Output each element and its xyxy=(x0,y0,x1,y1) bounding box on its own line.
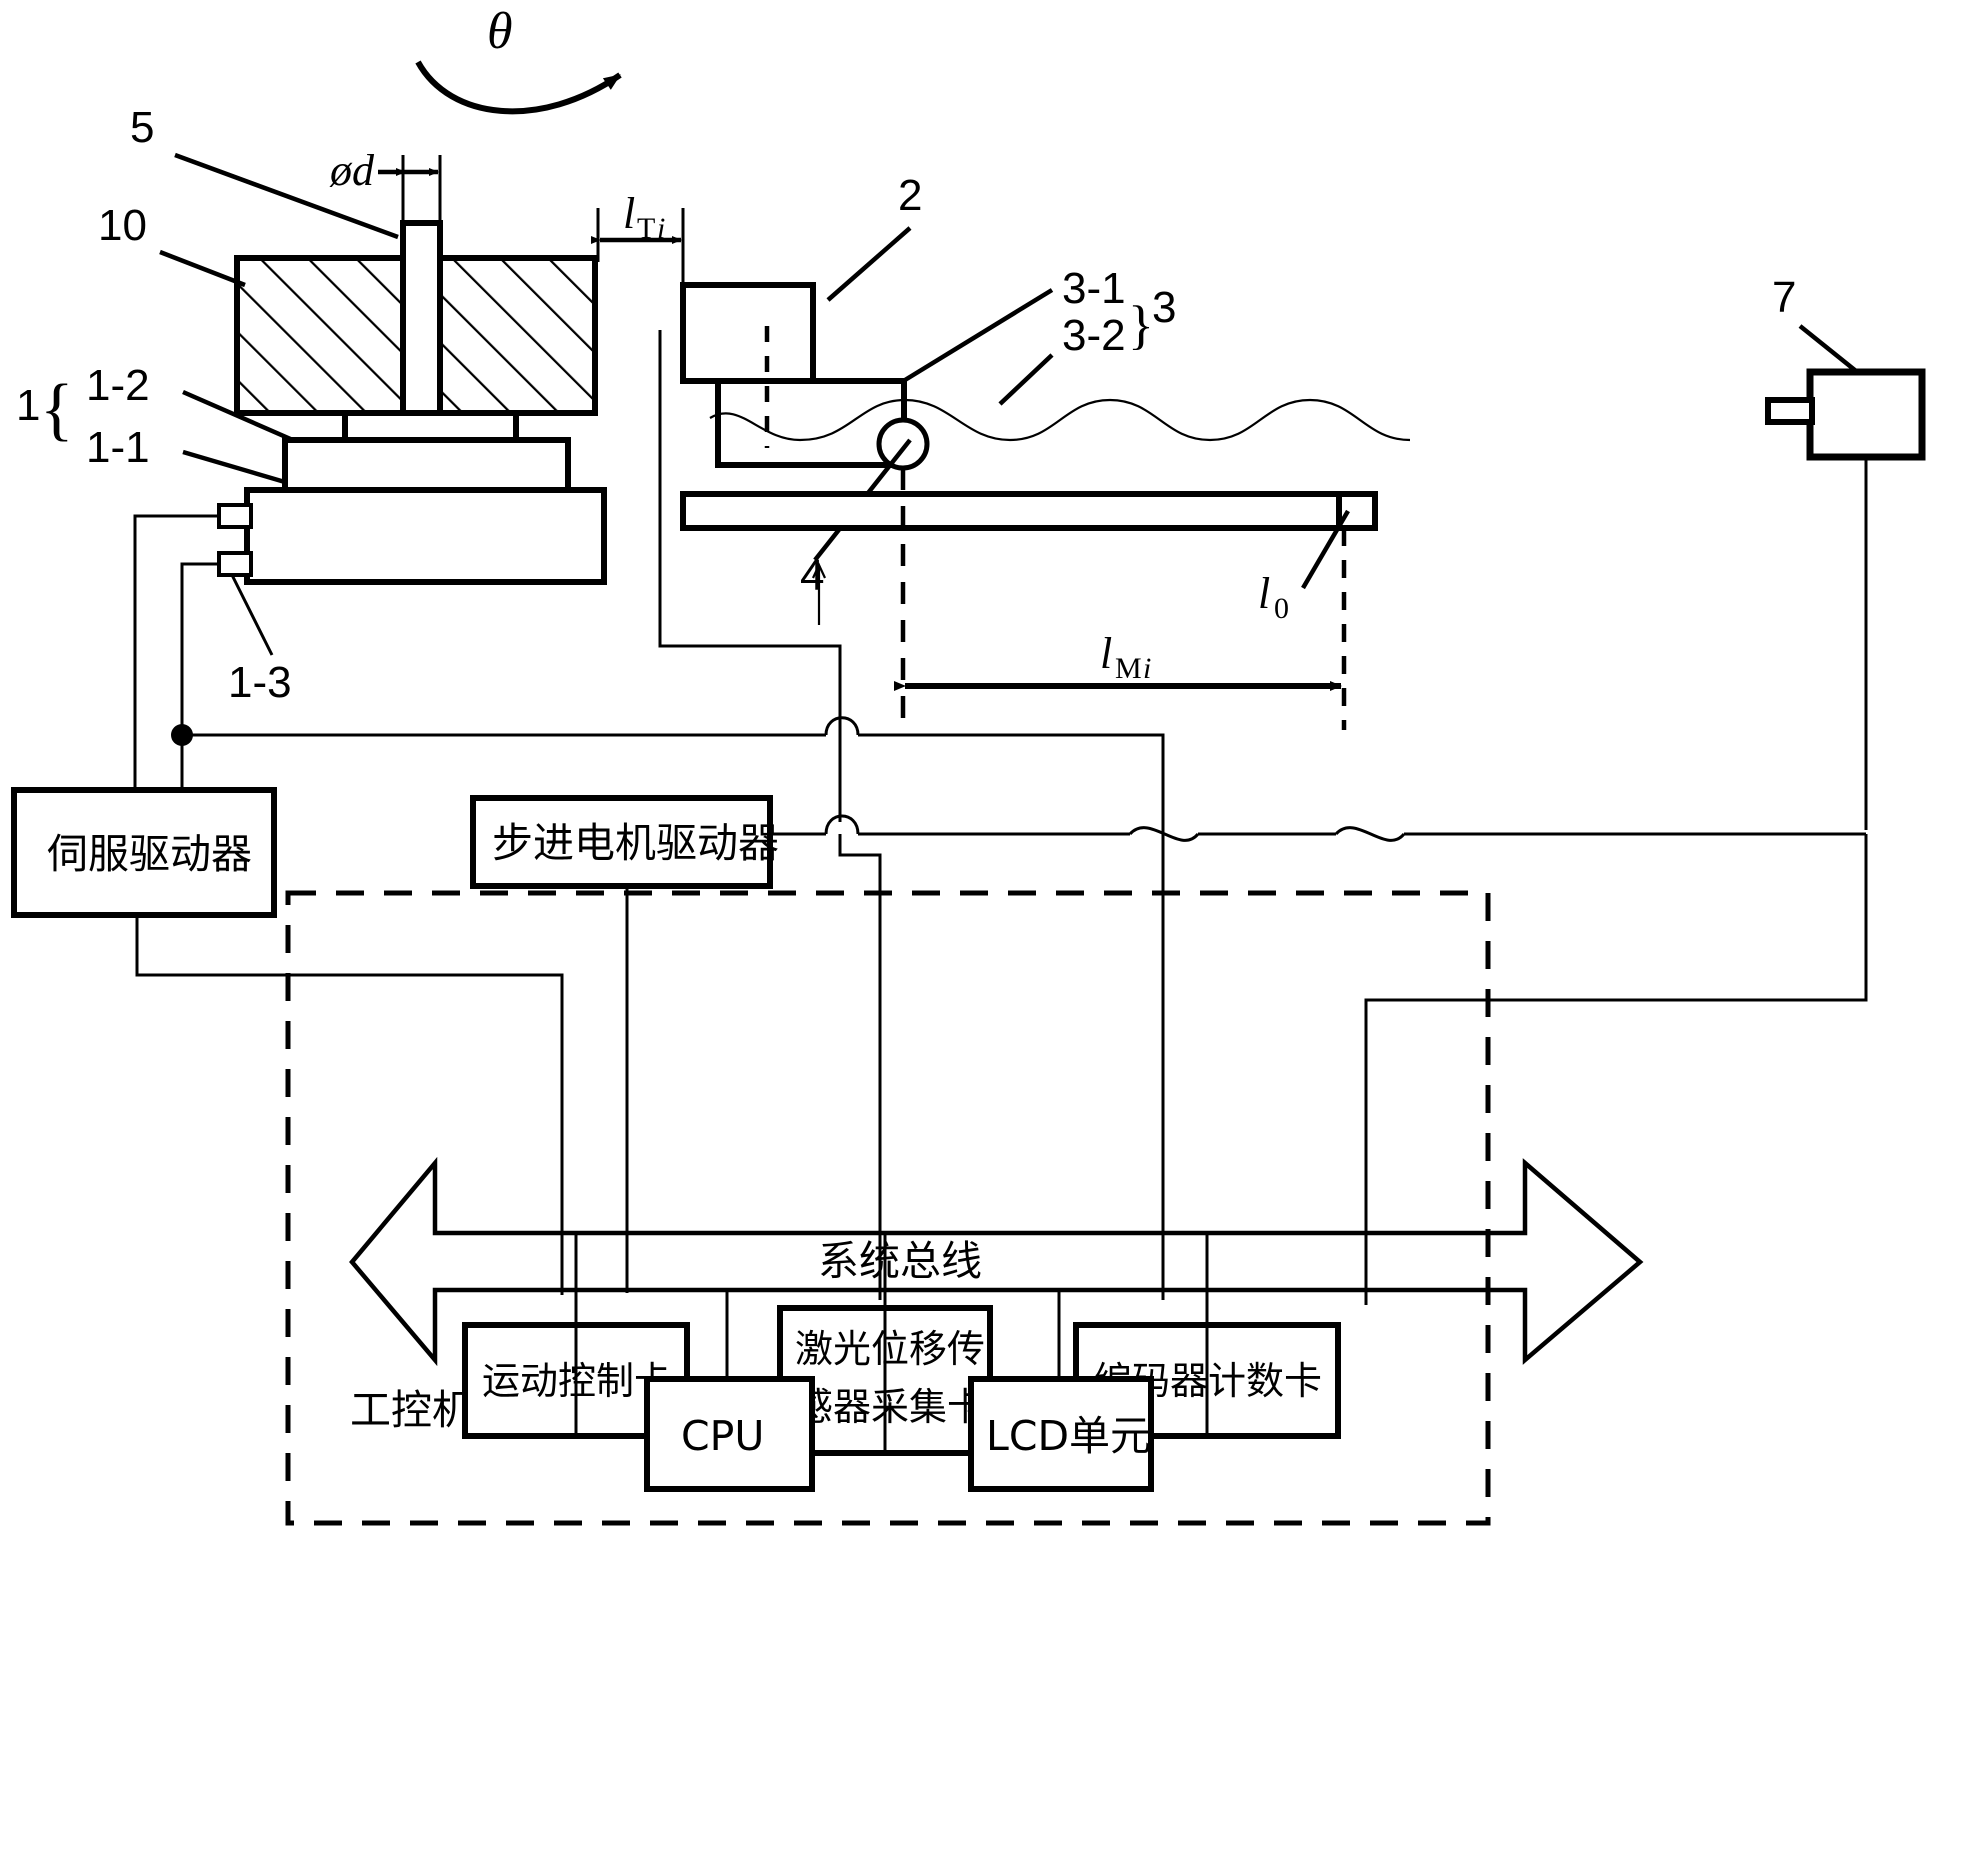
leader-7 xyxy=(1798,324,1863,377)
roller-circle xyxy=(876,417,930,471)
brace-group-3: } xyxy=(1128,295,1154,355)
leader-3-2 xyxy=(998,353,1054,406)
diameter-label: ød xyxy=(329,146,375,195)
l0-label-sub: 0 xyxy=(1274,592,1289,625)
ref-label-10: 10 xyxy=(98,201,147,250)
lMi-label-base: l xyxy=(1100,629,1112,678)
ref-label-7: 7 xyxy=(1772,273,1796,322)
brace-group-1: { xyxy=(40,371,74,448)
sensor-lower-body xyxy=(715,378,907,468)
ref-label-3-1: 3-1 xyxy=(1062,264,1126,313)
l0-label-base: l xyxy=(1258,569,1270,618)
ref-label-1: 1 xyxy=(16,381,40,430)
ref-label-2: 2 xyxy=(898,171,922,220)
stepper-driver-label: 步进电机驱动器 xyxy=(492,819,779,867)
lcd-unit-label: LCD单元 xyxy=(986,1412,1151,1460)
ref-label-1-1: 1-1 xyxy=(86,423,150,472)
ref-label-1-2: 1-2 xyxy=(86,361,150,410)
leader-2 xyxy=(826,226,912,302)
shaft-element xyxy=(400,220,443,416)
wire-stepper-to-laser-card xyxy=(838,834,882,1300)
stage-lower-platform xyxy=(217,487,607,585)
laser-sensor-card-label-line1: 激光位移传 xyxy=(795,1327,985,1371)
industrial-pc-label: 工控机 xyxy=(350,1386,473,1434)
wire-stage-to-servo xyxy=(133,514,219,790)
encoder-motor-block xyxy=(1765,368,1926,461)
sensor-cable-wavy xyxy=(709,398,1411,442)
lMi-label-sub: M xyxy=(1115,652,1142,685)
diagram-canvas: θ 5 ød 10 { 1 1-2 1-1 1-3 l T i 2 3-1 3-… xyxy=(0,0,1961,1865)
leader-3-1 xyxy=(903,288,1054,382)
ref-label-4: 4 xyxy=(800,551,824,600)
stage-upper-platform xyxy=(282,413,571,493)
lTi-label-base: l xyxy=(623,189,635,238)
lTi-label-sub: T xyxy=(637,212,655,245)
leader-10 xyxy=(159,249,246,288)
lTi-label-sub-i: i xyxy=(657,212,665,245)
servo-driver-label: 伺服驱动器 xyxy=(47,830,252,878)
lMi-label-sub-i: i xyxy=(1143,652,1151,685)
system-bus-label: 系统总线 xyxy=(818,1237,982,1285)
ref-label-3-2: 3-2 xyxy=(1062,311,1126,360)
wire-stepper-driver-right xyxy=(770,814,1866,842)
ref-label-5: 5 xyxy=(130,103,154,152)
theta-label: θ xyxy=(487,3,513,60)
laser-sensor-card-label-line2: 感器采集卡 xyxy=(795,1385,985,1429)
patent-figure: θ 5 ød 10 { 1 1-2 1-1 1-3 l T i 2 3-1 3-… xyxy=(11,3,1926,1526)
theta-rotation-indicator xyxy=(415,60,622,115)
wire-servo-to-motion-card xyxy=(135,915,564,1295)
linear-guide-rail xyxy=(680,491,1378,531)
sensor-head-upper-box xyxy=(680,282,816,448)
diameter-dimension xyxy=(378,155,442,230)
leader-1-3 xyxy=(230,574,274,656)
ref-label-1-3: 1-3 xyxy=(228,658,292,707)
cpu-label: CPU xyxy=(681,1412,764,1460)
ref-label-3: 3 xyxy=(1152,283,1176,332)
